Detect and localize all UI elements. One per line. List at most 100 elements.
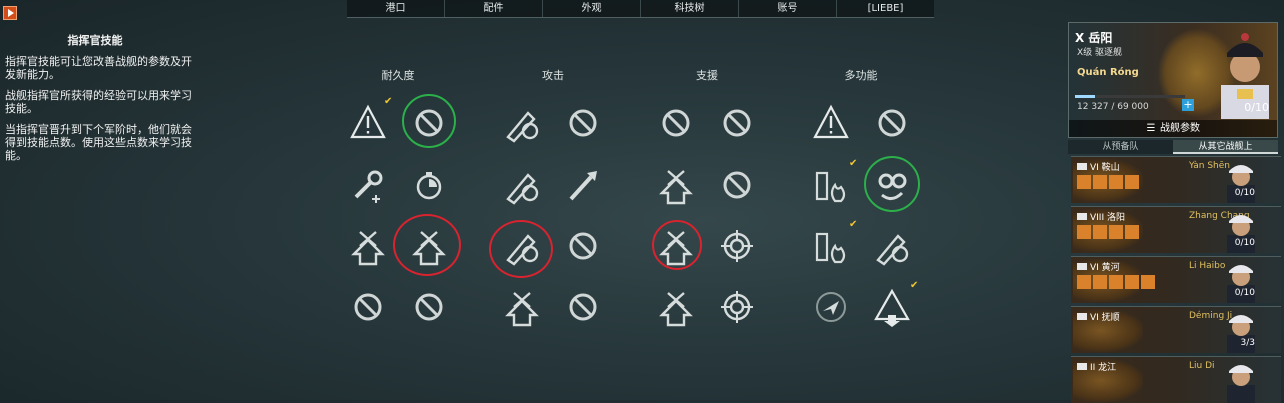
- nav-upgrades[interactable]: 配件: [445, 0, 543, 17]
- commander-panel[interactable]: X 岳阳 X级 驱逐舰 Quán Róng 12 327 / 69 000 + …: [1068, 22, 1278, 138]
- skill-preventive-maintenance[interactable]: [346, 101, 390, 145]
- shell-icon: [500, 101, 544, 145]
- locked-icon: [407, 285, 451, 329]
- skill-incoming-fire-alert[interactable]: [809, 101, 853, 145]
- top-navigation: 港口 配件 外观 科技树 账号 [LIEBE]: [347, 0, 934, 18]
- learned-check-icon: ✔: [384, 96, 393, 107]
- crossed-guns-icon: [500, 285, 544, 329]
- crew-card[interactable]: II 龙江 Liu Di: [1071, 356, 1281, 403]
- skill-badge-icon: [1077, 225, 1091, 239]
- smoke-up-icon: [654, 163, 698, 207]
- skill-air-supremacy[interactable]: [809, 285, 853, 329]
- ship-parameters-button[interactable]: ☰ 战舰参数: [1069, 120, 1277, 137]
- tab-other-ships[interactable]: 从其它战舰上: [1173, 140, 1278, 154]
- flag-icon: [1077, 163, 1087, 170]
- selected-skill-ring: [864, 156, 920, 212]
- fire-icon: [809, 224, 853, 268]
- skill-crossed-guns[interactable]: [500, 285, 544, 329]
- skill-badge-icon: [1093, 275, 1107, 289]
- category-attack: 攻击: [542, 69, 564, 82]
- skill-locked-3[interactable]: [561, 101, 605, 145]
- crew-card[interactable]: VI 鞍山 Yàn Shēn 0/10: [1071, 156, 1281, 203]
- skill-main-battery[interactable]: [500, 163, 544, 207]
- aircraft-icon: [809, 285, 853, 329]
- selected-skill-ring: [402, 94, 456, 148]
- skill-locked-2[interactable]: [407, 285, 451, 329]
- params-label: 战舰参数: [1160, 123, 1200, 134]
- gun-warning-icon: [870, 224, 914, 268]
- timer-icon: [407, 163, 451, 207]
- skill-locked-8[interactable]: [715, 163, 759, 207]
- tab-reserve[interactable]: 从预备队: [1068, 140, 1173, 154]
- crew-card[interactable]: VI 黄河 Li Haibo 0/10: [1071, 256, 1281, 303]
- sidebar-title: 指挥官技能: [67, 34, 123, 47]
- skill-locked-1[interactable]: [346, 285, 390, 329]
- skill-improved-repair[interactable]: [346, 224, 390, 268]
- skill-badge-icon: [1093, 175, 1107, 189]
- category-survivability: 耐久度: [381, 69, 415, 82]
- skill-badge-icon: [1077, 275, 1091, 289]
- skill-emergency-repair[interactable]: [346, 163, 390, 207]
- skill-swift-fish[interactable]: [561, 163, 605, 207]
- crew-skill-badges: [1077, 225, 1139, 241]
- add-commander-button[interactable]: +: [1182, 99, 1194, 111]
- skill-badge-icon: [1109, 275, 1123, 289]
- skill-consumables-enhancements[interactable]: [715, 224, 759, 268]
- nav-port[interactable]: 港口: [347, 0, 445, 17]
- ship-name: X 岳阳: [1075, 31, 1113, 45]
- locked-icon: [715, 163, 759, 207]
- skill-badge-icon: [1125, 225, 1139, 239]
- skill-badge-icon: [1093, 225, 1107, 239]
- crew-ship: VI 抚顺: [1077, 310, 1120, 323]
- crew-points: 0/10: [1234, 288, 1255, 298]
- crew-commander-name: Li Haibo: [1189, 261, 1226, 271]
- skill-demolition-expert[interactable]: [809, 224, 853, 268]
- crew-commander-name: Liu Di: [1189, 361, 1215, 371]
- skill-locked-6[interactable]: [654, 101, 698, 145]
- skill-badge-icon: [1109, 225, 1123, 239]
- crew-ship: VI 黄河: [1077, 260, 1120, 273]
- category-support: 支援: [696, 69, 718, 82]
- skill-smoke-support[interactable]: [654, 163, 698, 207]
- crew-points: 3/3: [1240, 338, 1255, 348]
- skill-grease-the-gears[interactable]: [500, 101, 544, 145]
- learned-check-icon: ✔: [910, 280, 919, 291]
- locked-icon: [561, 285, 605, 329]
- skill-badge-icon: [1125, 275, 1139, 289]
- crew-skill-badges: [1077, 275, 1155, 291]
- skill-liquidator[interactable]: [809, 163, 853, 207]
- flag-icon: [1077, 313, 1087, 320]
- nav-account[interactable]: 账号: [739, 0, 837, 17]
- skill-tools-upgrade[interactable]: [654, 285, 698, 329]
- sidebar-paragraph: 战舰指挥官所获得的经验可以用来学习技能。: [5, 89, 192, 115]
- skill-last-stand[interactable]: [407, 163, 451, 207]
- nav-clan[interactable]: [LIEBE]: [837, 0, 934, 17]
- skill-points: 0/10: [1244, 101, 1269, 114]
- skill-dead-eye[interactable]: [870, 224, 914, 268]
- skill-radio-location[interactable]: [715, 285, 759, 329]
- skill-locked-9[interactable]: [870, 101, 914, 145]
- crew-ship: II 龙江: [1077, 360, 1116, 373]
- xp-progress-bar: [1075, 95, 1185, 98]
- crew-ship-label: II 龙江: [1090, 363, 1117, 373]
- shell-timer-icon: [809, 163, 853, 207]
- skills-description-panel: 指挥官技能 指挥官技能可让您改善战舰的参数及开发新能力。 战舰指挥官所获得的经验…: [5, 34, 195, 170]
- highlighted-skill-ring: [393, 214, 461, 276]
- flag-icon: [1077, 263, 1087, 270]
- skill-badge-icon: [1077, 175, 1091, 189]
- crew-ship: VIII 洛阳: [1077, 210, 1125, 223]
- skill-locked-7[interactable]: [715, 101, 759, 145]
- shell-icon: [500, 163, 544, 207]
- menu-toggle-button[interactable]: [3, 6, 17, 20]
- flag-icon: [1077, 213, 1087, 220]
- locked-icon: [654, 101, 698, 145]
- crew-card[interactable]: VI 抚顺 Déming Ji 3/3: [1071, 306, 1281, 353]
- highlighted-skill-ring: [489, 220, 553, 278]
- crew-card[interactable]: VIII 洛阳 Zhang Chang 0/10: [1071, 206, 1281, 253]
- nav-exterior[interactable]: 外观: [543, 0, 641, 17]
- skill-locked-5[interactable]: [561, 285, 605, 329]
- skill-locked-4[interactable]: [561, 224, 605, 268]
- locked-icon: [561, 224, 605, 268]
- skill-concealment-expert[interactable]: [870, 285, 914, 329]
- nav-tech-tree[interactable]: 科技树: [641, 0, 739, 17]
